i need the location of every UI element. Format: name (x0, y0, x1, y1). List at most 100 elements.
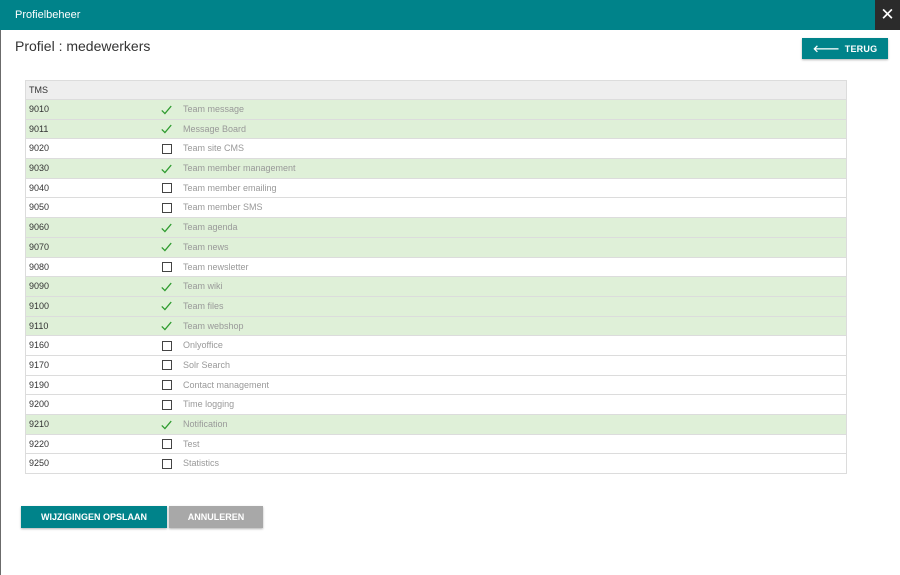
checkbox-box (161, 439, 172, 450)
row-label: Time logging (183, 399, 235, 410)
row-code: 9080 (29, 261, 50, 272)
row-label: Message Board (183, 123, 247, 134)
row-code: 9220 (29, 438, 50, 449)
table-row: 9220 Test (26, 434, 846, 455)
page-title: Profiel : medewerkers (15, 38, 151, 54)
checkbox[interactable] (161, 202, 172, 213)
cancel-button[interactable]: ANNULEREN (169, 506, 263, 528)
row-code: 9200 (29, 399, 50, 410)
row-label: Team agenda (183, 222, 238, 233)
row-label: Team news (183, 241, 229, 252)
checkmark-icon[interactable] (161, 104, 172, 115)
row-label: Team message (183, 104, 245, 114)
row-code: 9010 (29, 104, 50, 114)
checkbox-box (161, 262, 172, 272)
row-code: 9040 (29, 182, 50, 193)
row-code: 9090 (29, 281, 50, 292)
modal-header: Profielbeheer (0, 0, 875, 30)
table-row: 9100 Team files (26, 296, 846, 317)
checkbox-box (161, 360, 172, 371)
row-label: Notification (183, 419, 228, 429)
checkbox[interactable] (161, 143, 172, 154)
row-label: Team newsletter (183, 261, 249, 272)
checkbox[interactable] (161, 262, 172, 273)
row-code: 9011 (29, 123, 49, 134)
row-code: 9100 (29, 300, 50, 311)
row-code: 9030 (29, 163, 50, 174)
row-code: 9070 (29, 241, 50, 252)
checkmark-icon[interactable] (161, 281, 172, 292)
row-label: Team member SMS (183, 202, 263, 213)
row-label: Team webshop (183, 320, 244, 331)
checkbox-box (161, 143, 172, 154)
row-label: Test (183, 438, 200, 449)
row-label: Team member emailing (183, 182, 277, 193)
row-code: 9110 (29, 320, 49, 331)
row-label: Team files (183, 300, 224, 311)
table-row: 9160 Onlyoffice (26, 336, 846, 356)
close-icon: ✕ (880, 5, 895, 24)
row-code: 9160 (29, 340, 50, 351)
window-left-edge (0, 30, 1, 575)
back-button-label: TERUG (844, 43, 878, 54)
table-row: 9110 Team webshop (26, 316, 846, 337)
back-button[interactable]: 🡐 TERUG (802, 38, 888, 59)
checkbox-box (161, 340, 172, 351)
table-row: 9011 Message Board (26, 119, 846, 140)
table-row: 9170 Solr Search (26, 355, 846, 376)
checkmark-icon[interactable] (161, 301, 172, 312)
checkbox-box (161, 458, 172, 469)
checkbox-box (161, 183, 172, 194)
table-row: 9200 Time logging (26, 395, 846, 415)
row-label: Contact management (183, 379, 270, 390)
checkmark-icon[interactable] (161, 222, 172, 233)
table-row: 9020 Team site CMS (26, 139, 846, 160)
row-label: Statistics (183, 458, 220, 469)
save-changes-button[interactable]: WIJZIGINGEN OPSLAAN (21, 506, 167, 528)
table-row: 9190 Contact management (26, 375, 846, 396)
row-label: Solr Search (183, 359, 231, 370)
table-row: 9210 Notification (26, 415, 846, 435)
arrow-left-icon: 🡐 (812, 43, 840, 55)
table-row: 9010 Team message (26, 100, 846, 120)
modal-title: Profielbeheer (15, 9, 81, 21)
row-label: Team wiki (183, 281, 223, 292)
row-code: 9050 (29, 202, 50, 213)
checkmark-icon[interactable] (161, 242, 172, 253)
table-row: 9040 Team member emailing (26, 178, 846, 199)
checkbox[interactable] (161, 360, 172, 371)
checkmark-icon[interactable] (161, 321, 172, 332)
table-row: 9250 Statistics (26, 454, 846, 475)
table-row: 9060 Team agenda (26, 218, 846, 238)
checkbox[interactable] (161, 399, 172, 410)
row-label: Team member management (183, 163, 296, 174)
row-code: 9190 (29, 379, 50, 390)
checkbox[interactable] (161, 183, 172, 194)
checkbox[interactable] (161, 340, 172, 351)
permissions-table: TMS 9010 Team message 9011 Message Board 902… (25, 80, 847, 475)
checkmark-icon[interactable] (161, 419, 172, 430)
table-row: 9080 Team newsletter (26, 257, 846, 278)
checkbox-box (161, 399, 172, 410)
checkbox-box (161, 202, 172, 213)
row-label: Team site CMS (183, 143, 245, 154)
row-code: 9250 (29, 458, 50, 469)
table-row: 9030 Team member management (26, 159, 846, 179)
close-button[interactable]: ✕ (875, 0, 900, 30)
checkmark-icon[interactable] (161, 124, 172, 135)
row-label: Onlyoffice (183, 340, 223, 351)
row-code: 9060 (29, 222, 50, 233)
row-code: 9170 (29, 359, 50, 370)
table-body: 9010 Team message 9011 Message Board 9020 Tea… (26, 100, 846, 475)
row-code: 9210 (29, 419, 50, 429)
table-header: TMS (26, 81, 846, 100)
table-row: 9050 Team member SMS (26, 198, 846, 219)
row-code: 9020 (29, 143, 50, 154)
checkbox[interactable] (161, 458, 172, 469)
table-row: 9070 Team news (26, 237, 846, 258)
checkbox[interactable] (161, 380, 172, 391)
table-row: 9090 Team wiki (26, 277, 846, 297)
checkbox[interactable] (161, 439, 172, 450)
checkmark-icon[interactable] (161, 163, 172, 174)
checkbox-box (161, 380, 172, 391)
